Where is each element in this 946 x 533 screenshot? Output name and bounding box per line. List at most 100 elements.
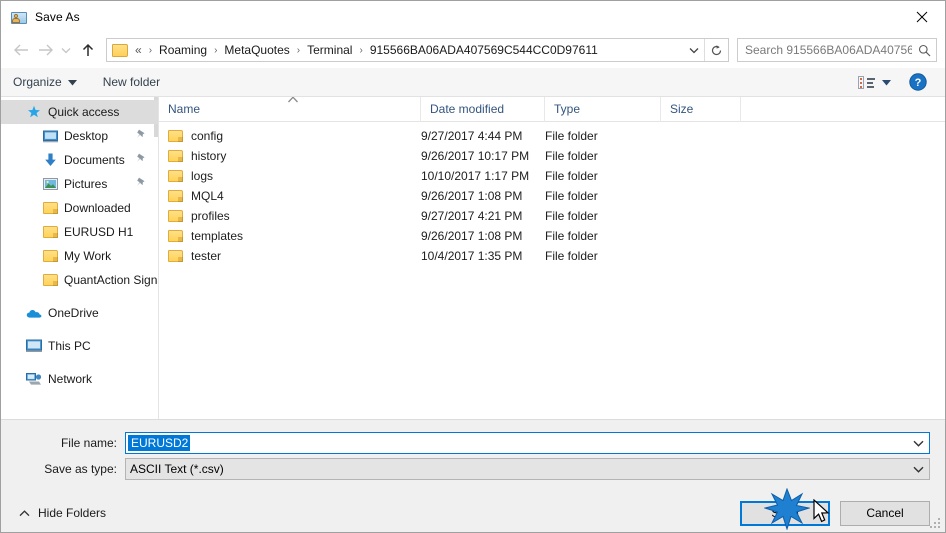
search-box[interactable]: Search 915566BA06ADA40756... [737, 38, 937, 62]
column-header-date-modified[interactable]: Date modified [421, 96, 545, 122]
sidebar-item-desktop[interactable]: Desktop [1, 124, 158, 148]
file-type-cell: File folder [545, 229, 598, 243]
back-button[interactable] [9, 37, 33, 63]
table-row[interactable]: logs 10/10/2017 1:17 PM File folder [159, 166, 945, 186]
folder-icon [168, 190, 183, 202]
file-name-row: File name: EURUSD2 [1, 432, 945, 454]
column-header-label: Date modified [430, 102, 505, 116]
breadcrumb-separator: › [148, 44, 153, 56]
save-form: File name: EURUSD2 Save as type: ASCII T… [1, 420, 945, 532]
pin-icon[interactable] [136, 129, 146, 143]
sidebar-item-this-pc[interactable]: This PC [1, 334, 158, 358]
sidebar-item-quantaction-signal[interactable]: QuantAction Signal [1, 268, 158, 292]
sidebar-item-label: Documents [64, 153, 125, 167]
up-button[interactable] [75, 37, 101, 63]
organize-button[interactable]: Organize [13, 75, 77, 89]
table-row[interactable]: MQL4 9/26/2017 1:08 PM File folder [159, 186, 945, 206]
file-type-cell: File folder [545, 249, 598, 263]
pin-icon[interactable] [136, 177, 146, 191]
table-row[interactable]: templates 9/26/2017 1:08 PM File folder [159, 226, 945, 246]
file-name-value: EURUSD2 [128, 435, 191, 451]
chevron-down-icon [689, 47, 699, 53]
folder-icon [42, 200, 58, 216]
sidebar-item-downloaded[interactable]: Downloaded [1, 196, 158, 220]
cancel-button[interactable]: Cancel [840, 500, 930, 526]
breadcrumb-item-metaquotes[interactable]: MetaQuotes [223, 43, 290, 57]
save-as-folder-person-icon [11, 9, 27, 25]
file-type-row: Save as type: ASCII Text (*.csv) [1, 458, 945, 480]
help-button[interactable]: ? [909, 73, 927, 91]
svg-text:?: ? [915, 77, 922, 89]
save-as-type-dropdown-button[interactable] [907, 459, 929, 479]
file-name-label: history [191, 149, 227, 163]
folder-icon [42, 248, 58, 264]
hide-folders-button[interactable]: Hide Folders [19, 506, 106, 520]
sidebar-item-label: My Work [64, 249, 112, 263]
table-row[interactable]: profiles 9/27/2017 4:21 PM File folder [159, 206, 945, 226]
file-name-dropdown-button[interactable] [907, 433, 929, 453]
file-type-cell: File folder [545, 209, 598, 223]
pin-icon[interactable] [136, 153, 146, 167]
file-name-input[interactable]: EURUSD2 [125, 432, 930, 454]
save-as-type-label: Save as type: [44, 462, 117, 476]
file-date-cell: 9/26/2017 1:08 PM [421, 229, 523, 243]
search-input[interactable]: Search 915566BA06ADA40756... [738, 43, 912, 57]
file-date-cell: 10/10/2017 1:17 PM [421, 169, 530, 183]
breadcrumb-overflow[interactable]: « [134, 43, 143, 57]
chevron-down-icon [913, 440, 923, 447]
sidebar-item-my-work[interactable]: My Work [1, 244, 158, 268]
view-mode-button[interactable] [858, 73, 891, 91]
column-header-name[interactable]: Name [159, 96, 421, 122]
breadcrumb-item-roaming[interactable]: Roaming [158, 43, 208, 57]
new-folder-button[interactable]: New folder [103, 75, 160, 89]
address-bar[interactable]: « › Roaming › MetaQuotes › Terminal › 91… [106, 38, 729, 62]
file-name-label: logs [191, 169, 214, 183]
sidebar-item-onedrive[interactable]: OneDrive [1, 301, 158, 325]
sidebar-item-label: QuantAction Signal [64, 273, 158, 287]
file-name-label: templates [191, 229, 244, 243]
folder-icon [168, 230, 183, 242]
file-name-label: profiles [191, 209, 230, 223]
column-headers: Name Date modified Type Size [159, 96, 945, 122]
column-header-label: Name [168, 102, 201, 116]
sort-ascending-icon [287, 96, 299, 106]
sidebar-item-eurusd-h1[interactable]: EURUSD H1 [1, 220, 158, 244]
close-button[interactable] [899, 1, 945, 32]
breadcrumb-item-terminal[interactable]: Terminal [306, 43, 353, 57]
recent-locations-chevron-icon [61, 47, 71, 53]
breadcrumb-item-guid[interactable]: 915566BA06ADA407569C544CC0D97611 [369, 43, 599, 57]
network-icon [26, 371, 42, 387]
table-row[interactable]: config 9/27/2017 4:44 PM File folder [159, 126, 945, 146]
back-arrow-icon [13, 44, 28, 56]
dialog-body: Quick access Desktop Documents Pictures … [1, 96, 945, 420]
column-header-type[interactable]: Type [545, 96, 661, 122]
refresh-button[interactable] [704, 39, 728, 61]
resize-grip[interactable] [930, 518, 942, 530]
file-list-pane: Name Date modified Type Size config 9/27… [159, 96, 945, 419]
forward-button[interactable] [33, 37, 57, 63]
table-row[interactable]: tester 10/4/2017 1:35 PM File folder [159, 246, 945, 266]
file-name-cell: MQL4 [159, 189, 421, 203]
sidebar-item-documents[interactable]: Documents [1, 148, 158, 172]
sidebar-item-quick-access[interactable]: Quick access [1, 100, 158, 124]
sidebar-item-label: This PC [48, 339, 91, 353]
file-date-cell: 9/27/2017 4:21 PM [421, 209, 523, 223]
help-icon: ? [909, 73, 927, 91]
save-as-type-select[interactable]: ASCII Text (*.csv) [125, 458, 930, 480]
table-row[interactable]: history 9/26/2017 10:17 PM File folder [159, 146, 945, 166]
save-button[interactable]: Save [740, 500, 830, 526]
pictures-icon [42, 176, 58, 192]
file-date-cell: 10/4/2017 1:35 PM [421, 249, 523, 263]
forward-arrow-icon [38, 44, 53, 56]
address-dropdown-button[interactable] [684, 39, 704, 61]
column-header-size[interactable]: Size [661, 96, 741, 122]
caret-down-icon [882, 73, 891, 91]
recent-locations-button[interactable] [57, 37, 75, 63]
file-name-cell: history [159, 149, 421, 163]
folder-icon [168, 170, 183, 182]
refresh-icon [711, 44, 722, 55]
sidebar-item-network[interactable]: Network [1, 367, 158, 391]
sidebar-item-pictures[interactable]: Pictures [1, 172, 158, 196]
folder-icon [168, 150, 183, 162]
